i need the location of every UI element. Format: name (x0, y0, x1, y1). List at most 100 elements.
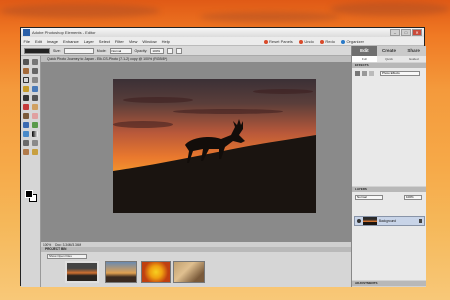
lock-icon (419, 219, 422, 223)
bin-show-select[interactable]: Show Open Files (47, 254, 87, 259)
menu-window[interactable]: Window (140, 39, 159, 44)
bin-thumbnail[interactable] (141, 261, 171, 283)
organizer-label: Organizer (346, 39, 364, 44)
mode-tabs: Edit Create Share (352, 46, 427, 56)
background-cloud (0, 4, 160, 18)
sponge-tool-icon[interactable] (23, 149, 29, 155)
menu-edit[interactable]: Edit (32, 39, 44, 44)
clone-stamp-tool-icon[interactable] (23, 113, 29, 119)
smart-brush-tool-icon[interactable] (32, 122, 38, 128)
layer-name: Background (379, 219, 397, 223)
menu-file[interactable]: File (21, 39, 32, 44)
bin-thumbnail[interactable] (105, 261, 137, 283)
gradient-tool-icon[interactable] (32, 131, 38, 137)
app-logo-icon (23, 29, 30, 36)
photoshop-elements-window: Adobe Photoshop Elements - Editor – □ ✕ … (20, 27, 427, 287)
layer-row-background[interactable]: Background (354, 216, 425, 226)
menu-view[interactable]: View (126, 39, 140, 44)
background-cloud (200, 12, 340, 22)
move-tool-icon[interactable] (23, 59, 29, 65)
reset-panels-icon (263, 39, 268, 44)
layer-thumbnail (363, 217, 377, 225)
effects-type-icons (355, 71, 374, 76)
tab-share[interactable]: Share (401, 46, 427, 56)
organizer-button[interactable]: Organizer (340, 39, 364, 44)
magic-wand-tool-icon[interactable] (23, 86, 29, 92)
reset-panels-label: Reset Panels (269, 39, 293, 44)
project-bin: Show Open Files (41, 252, 351, 287)
tablet-options-button[interactable] (176, 47, 183, 54)
redo-button[interactable]: Redo (319, 39, 335, 44)
zoom-tool-icon[interactable] (32, 59, 38, 65)
maximize-button[interactable]: □ (401, 29, 411, 36)
minimize-button[interactable]: – (390, 29, 400, 36)
adjustments-panel-header[interactable]: ADJUSTMENTS (352, 281, 426, 286)
type-tool-icon[interactable] (23, 95, 29, 101)
quick-selection-tool-icon[interactable] (32, 86, 38, 92)
effects-category-select[interactable]: Photo Effects (380, 71, 420, 76)
zoom-level[interactable]: 100% (43, 243, 51, 247)
crop-tool-icon[interactable] (32, 95, 38, 101)
menu-help[interactable]: Help (159, 39, 172, 44)
layer-blend-mode-select[interactable]: Normal (355, 195, 383, 200)
menu-enhance[interactable]: Enhance (60, 39, 81, 44)
hand-tool-icon[interactable] (23, 68, 29, 74)
undo-button[interactable]: Undo (298, 39, 314, 44)
foreground-color-swatch[interactable] (25, 190, 33, 198)
menu-image[interactable]: Image (44, 39, 60, 44)
subtab-quick[interactable]: Quick (377, 56, 402, 62)
reset-panels-button[interactable]: Reset Panels (263, 39, 293, 44)
pencil-tool-icon[interactable] (32, 149, 38, 155)
redo-label: Redo (325, 39, 335, 44)
brush-tool-icon[interactable] (23, 122, 29, 128)
mode-label: Mode: (96, 48, 107, 53)
mode-select[interactable]: Normal (109, 47, 132, 54)
bin-thumbnail[interactable] (173, 261, 205, 283)
eraser-tool-icon[interactable] (32, 113, 38, 119)
spot-healing-tool-icon[interactable] (32, 104, 38, 110)
bin-thumbnail[interactable] (65, 261, 99, 283)
opacity-field[interactable]: 100% (150, 47, 165, 54)
tab-edit[interactable]: Edit (352, 46, 377, 56)
undo-icon (298, 39, 303, 44)
layer-styles-icon[interactable] (362, 71, 367, 76)
subtab-full[interactable]: Full (352, 56, 377, 62)
menu-select[interactable]: Select (96, 39, 112, 44)
window-controls: – □ ✕ (390, 29, 422, 36)
top-actions: Reset Panels Undo Redo Organizer (263, 37, 364, 46)
subtab-guided[interactable]: Guided (401, 56, 426, 62)
photo-effects-icon[interactable] (369, 71, 374, 76)
effects-panel: Photo Effects (352, 68, 426, 186)
panel-bin: Edit Create Share Full Quick Guided EFFE… (351, 46, 427, 287)
menu-layer[interactable]: Layer (81, 39, 96, 44)
canvas-area[interactable] (41, 62, 351, 242)
shape-tool-icon[interactable] (23, 140, 29, 146)
red-eye-tool-icon[interactable] (23, 104, 29, 110)
redo-icon (319, 39, 324, 44)
paint-bucket-tool-icon[interactable] (23, 131, 29, 137)
background-cloud (330, 2, 450, 16)
layer-visibility-icon[interactable] (357, 219, 361, 223)
organizer-icon (340, 39, 345, 44)
undo-label: Undo (304, 39, 314, 44)
elk-sunset-photo (113, 79, 316, 213)
brush-preset-picker[interactable] (24, 47, 50, 54)
eyedropper-tool-icon[interactable] (32, 68, 38, 74)
title-bar: Adobe Photoshop Elements - Editor – □ ✕ (21, 28, 424, 37)
size-slider[interactable] (63, 47, 94, 54)
lasso-tool-icon[interactable] (32, 77, 38, 83)
airbrush-toggle[interactable] (167, 47, 174, 54)
layer-opacity-field[interactable]: 100% (404, 195, 422, 200)
menu-filter[interactable]: Filter (112, 39, 126, 44)
tool-options-bar: Size: Mode: Normal Opacity: 100% (21, 46, 351, 56)
filters-icon[interactable] (355, 71, 360, 76)
marquee-tool-icon[interactable] (23, 77, 29, 83)
size-label: Size: (53, 48, 61, 53)
toolbox (21, 56, 41, 287)
blur-tool-icon[interactable] (32, 140, 38, 146)
close-button[interactable]: ✕ (412, 29, 422, 36)
document-size: Doc: 3.34M/3.34M (55, 242, 82, 247)
tab-create[interactable]: Create (376, 46, 402, 56)
window-title: Adobe Photoshop Elements - Editor (32, 30, 96, 35)
layers-panel: Normal 100% Background (352, 192, 426, 280)
